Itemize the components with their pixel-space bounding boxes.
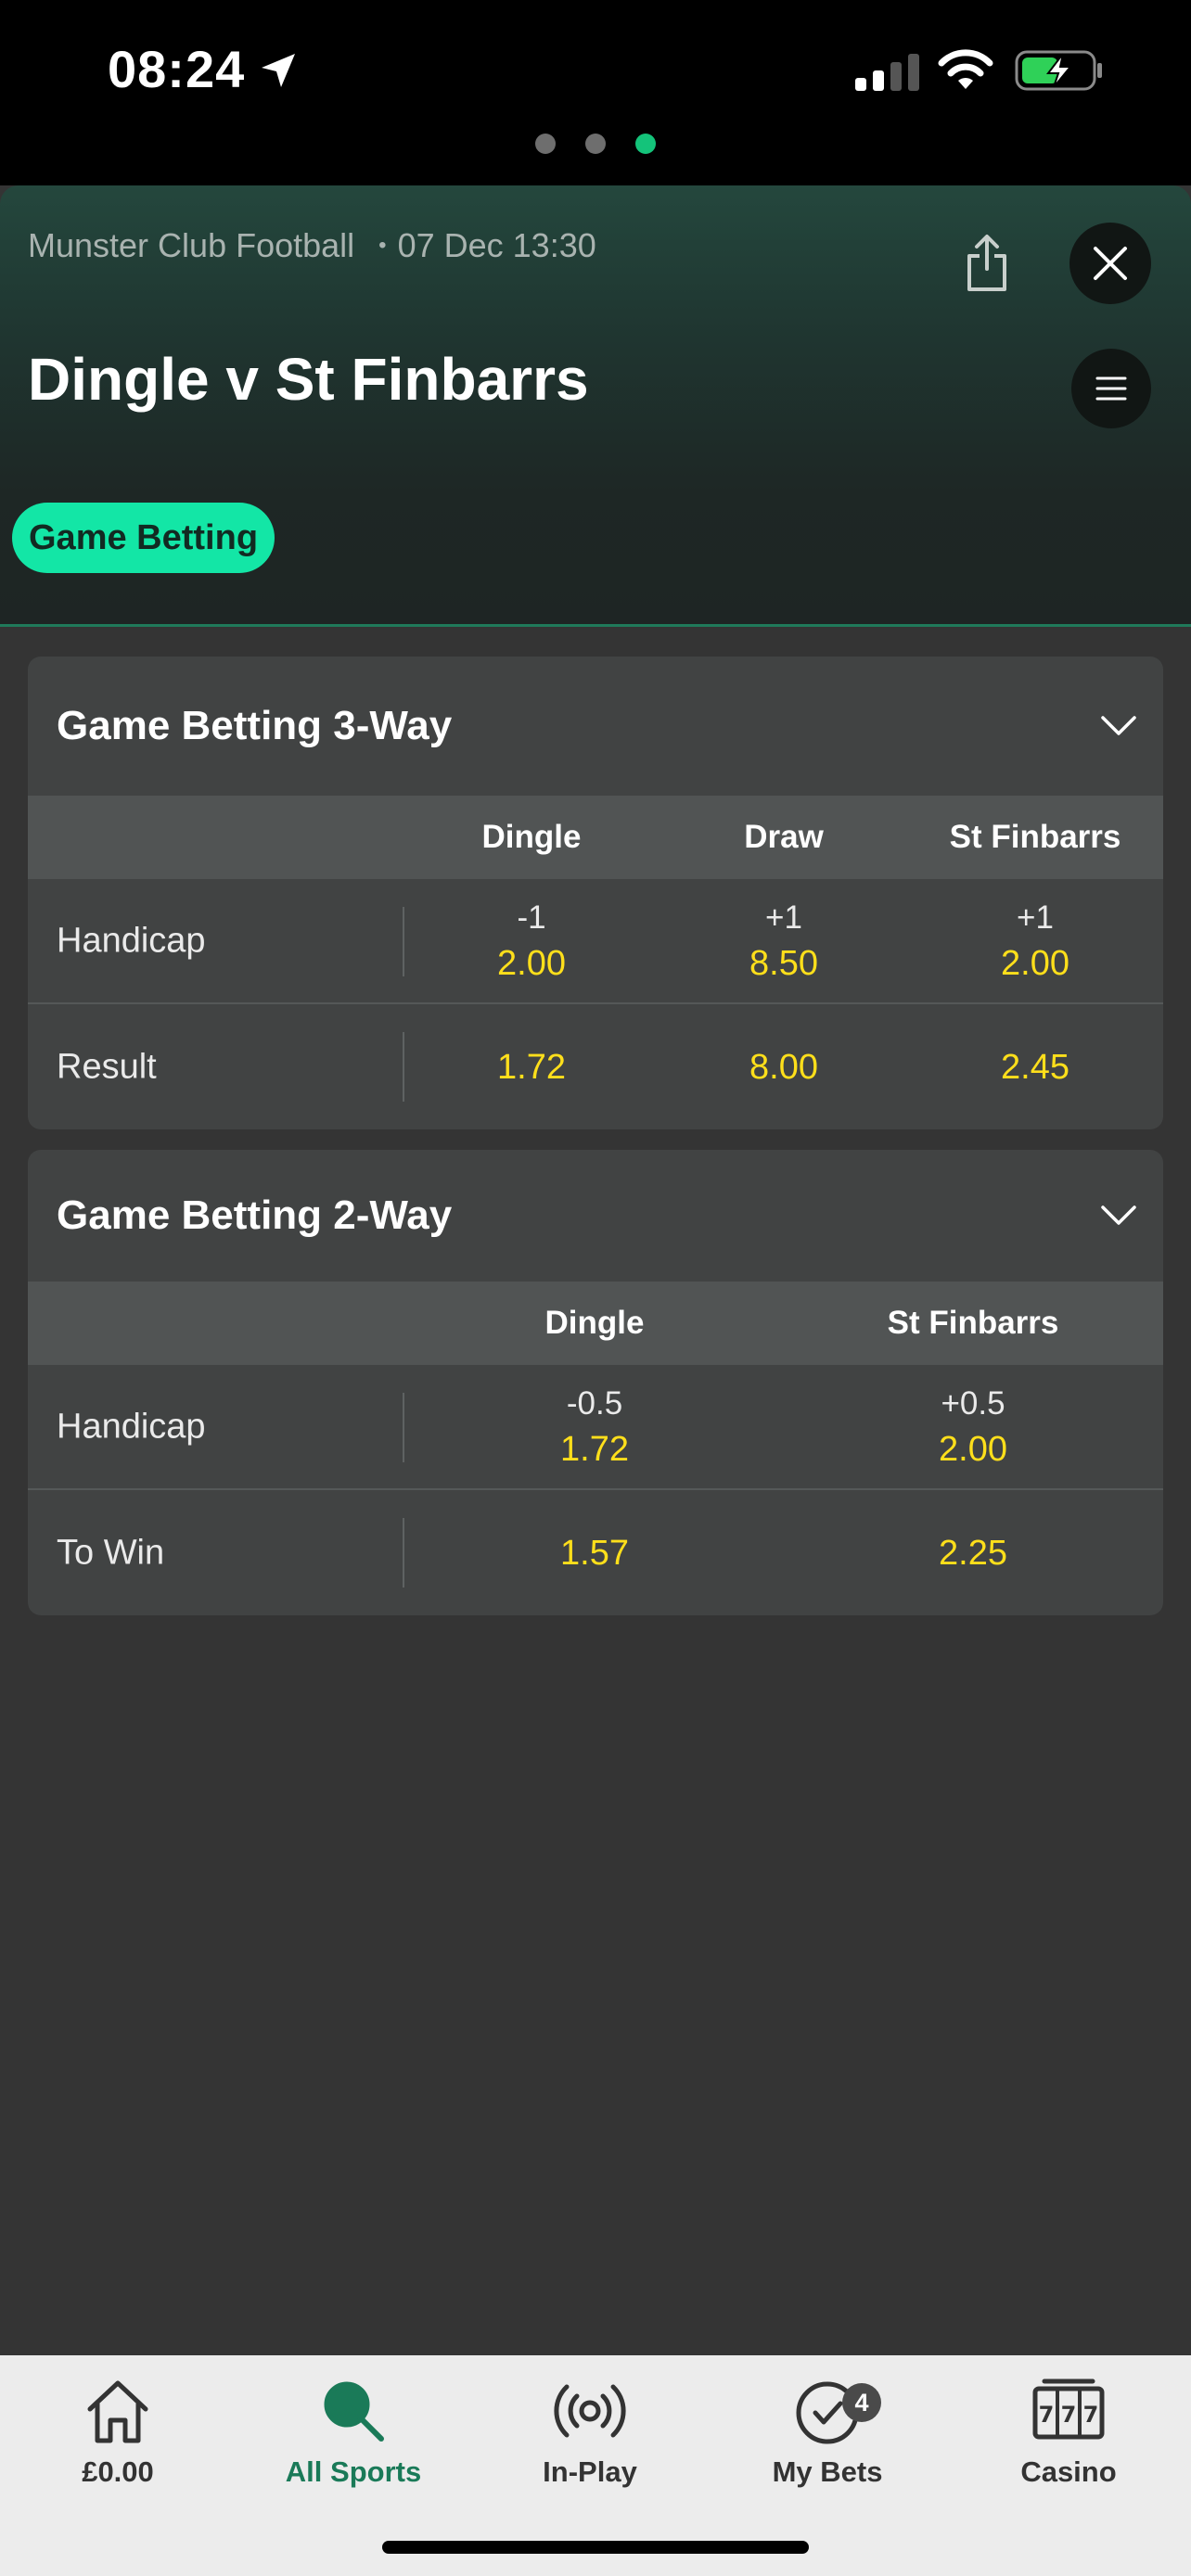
row-label: Handicap <box>57 1407 206 1446</box>
page-dot <box>535 134 556 154</box>
odds-price: 1.57 <box>560 1533 629 1573</box>
row-label: To Win <box>57 1533 165 1572</box>
close-icon <box>1094 247 1127 280</box>
odds-price: 8.00 <box>749 1047 818 1087</box>
tab-game-betting[interactable]: Game Betting <box>12 503 275 573</box>
odds-button[interactable]: +0.5 2.00 <box>939 1382 1007 1473</box>
nav-label: My Bets <box>772 2455 883 2488</box>
odds-button[interactable]: -0.5 1.72 <box>560 1382 629 1473</box>
event-header: Munster Club Football • 07 Dec 13:30 Din… <box>0 185 1191 627</box>
slot-machine-icon: 7 7 7 <box>1032 2378 1105 2440</box>
column-header: St Finbarrs <box>949 819 1121 855</box>
nav-item-my-bets[interactable]: 4 My Bets <box>735 2376 920 2489</box>
handicap-value: -0.5 <box>566 1384 623 1422</box>
status-time: 08:24 <box>108 40 246 98</box>
odds-button[interactable]: 1.72 <box>497 1044 566 1090</box>
market-title: Game Betting 3-Way <box>57 703 453 748</box>
page-dot-active <box>635 134 656 154</box>
odds-row-to-win: To Win 1.57 2.25 <box>28 1490 1163 1615</box>
row-divider <box>403 907 404 976</box>
bottom-navigation: £0.00 All Sports In-Play 4 My Bets 7 7 7… <box>0 2355 1191 2576</box>
nav-label: All Sports <box>285 2455 422 2488</box>
column-header: Dingle <box>481 819 582 855</box>
column-header: Draw <box>744 819 824 855</box>
nav-item-casino[interactable]: 7 7 7 Casino <box>976 2376 1161 2489</box>
battery-charging-icon <box>1015 50 1102 91</box>
nav-label: In-Play <box>543 2455 637 2488</box>
handicap-value: +1 <box>1017 899 1054 936</box>
odds-row-handicap: Handicap -0.5 1.72 +0.5 2.00 <box>28 1365 1163 1490</box>
competition-name[interactable]: Munster Club Football <box>28 226 354 265</box>
nav-label: £0.00 <box>82 2455 154 2488</box>
nav-item-all-sports[interactable]: All Sports <box>261 2376 446 2489</box>
wifi-icon <box>938 49 993 89</box>
home-icon <box>87 2380 148 2443</box>
odds-row-handicap: Handicap -1 2.00 +1 8.50 +1 2.00 <box>28 879 1163 1004</box>
market-title: Game Betting 2-Way <box>57 1192 453 1238</box>
odds-price: 1.72 <box>560 1429 629 1469</box>
odds-button[interactable]: +1 8.50 <box>749 896 818 987</box>
market-header[interactable]: Game Betting 3-Way <box>28 657 1163 796</box>
odds-price: 1.72 <box>497 1047 566 1087</box>
breadcrumb-separator: • <box>378 233 387 258</box>
odds-button[interactable]: -1 2.00 <box>497 896 566 987</box>
broadcast-icon <box>554 2384 626 2438</box>
share-icon[interactable] <box>961 234 1013 293</box>
handicap-value: -1 <box>517 899 546 936</box>
odds-button[interactable]: 2.45 <box>1001 1044 1069 1090</box>
odds-row-result: Result 1.72 8.00 2.45 <box>28 1004 1163 1129</box>
odds-button[interactable]: 8.00 <box>749 1044 818 1090</box>
location-arrow-icon <box>262 54 295 87</box>
svg-text:7: 7 <box>1061 2402 1077 2428</box>
event-datetime: 07 Dec 13:30 <box>397 226 596 264</box>
column-header-row: Dingle St Finbarrs <box>28 1282 1163 1365</box>
menu-button[interactable] <box>1071 349 1151 428</box>
handicap-value: +1 <box>765 899 802 936</box>
search-icon <box>324 2381 384 2442</box>
cellular-signal-icon <box>855 54 919 91</box>
market-header[interactable]: Game Betting 2-Way <box>28 1150 1163 1282</box>
odds-price: 2.00 <box>497 943 566 983</box>
odds-price: 2.00 <box>1001 943 1069 983</box>
match-title: Dingle v St Finbarrs <box>28 346 589 413</box>
nav-item-balance[interactable]: £0.00 <box>25 2376 211 2489</box>
odds-button[interactable]: 2.25 <box>939 1530 1007 1576</box>
home-indicator[interactable] <box>382 2541 809 2554</box>
odds-button[interactable]: +1 2.00 <box>1001 896 1069 987</box>
svg-text:7: 7 <box>1083 2402 1099 2428</box>
row-label: Result <box>57 1047 157 1086</box>
chevron-down-icon[interactable] <box>1100 714 1137 738</box>
row-divider <box>403 1393 404 1462</box>
page-dot <box>585 134 606 154</box>
page-indicator <box>0 134 1191 154</box>
handicap-value: +0.5 <box>941 1384 1005 1422</box>
nav-label: Casino <box>1020 2455 1117 2488</box>
market-game-betting-3-way: Game Betting 3-Way Dingle Draw St Finbar… <box>28 657 1163 1129</box>
market-game-betting-2-way: Game Betting 2-Way Dingle St Finbarrs Ha… <box>28 1150 1163 1615</box>
odds-price: 2.45 <box>1001 1047 1069 1087</box>
status-bar: 08:24 <box>0 0 1191 185</box>
row-divider <box>403 1518 404 1588</box>
column-header: St Finbarrs <box>887 1305 1059 1341</box>
breadcrumb: Munster Club Football • 07 Dec 13:30 <box>28 226 596 265</box>
bet-count-badge: 4 <box>842 2383 881 2422</box>
svg-text:7: 7 <box>1039 2402 1055 2428</box>
menu-icon <box>1095 376 1127 401</box>
odds-price: 8.50 <box>749 943 818 983</box>
chevron-down-icon[interactable] <box>1100 1204 1137 1228</box>
column-header: Dingle <box>544 1305 645 1341</box>
odds-button[interactable]: 1.57 <box>560 1530 629 1576</box>
row-label: Handicap <box>57 921 206 960</box>
row-divider <box>403 1032 404 1102</box>
odds-price: 2.25 <box>939 1533 1007 1573</box>
close-button[interactable] <box>1069 223 1151 304</box>
odds-price: 2.00 <box>939 1429 1007 1469</box>
nav-item-in-play[interactable]: In-Play <box>497 2376 683 2489</box>
column-header-row: Dingle Draw St Finbarrs <box>28 796 1163 879</box>
